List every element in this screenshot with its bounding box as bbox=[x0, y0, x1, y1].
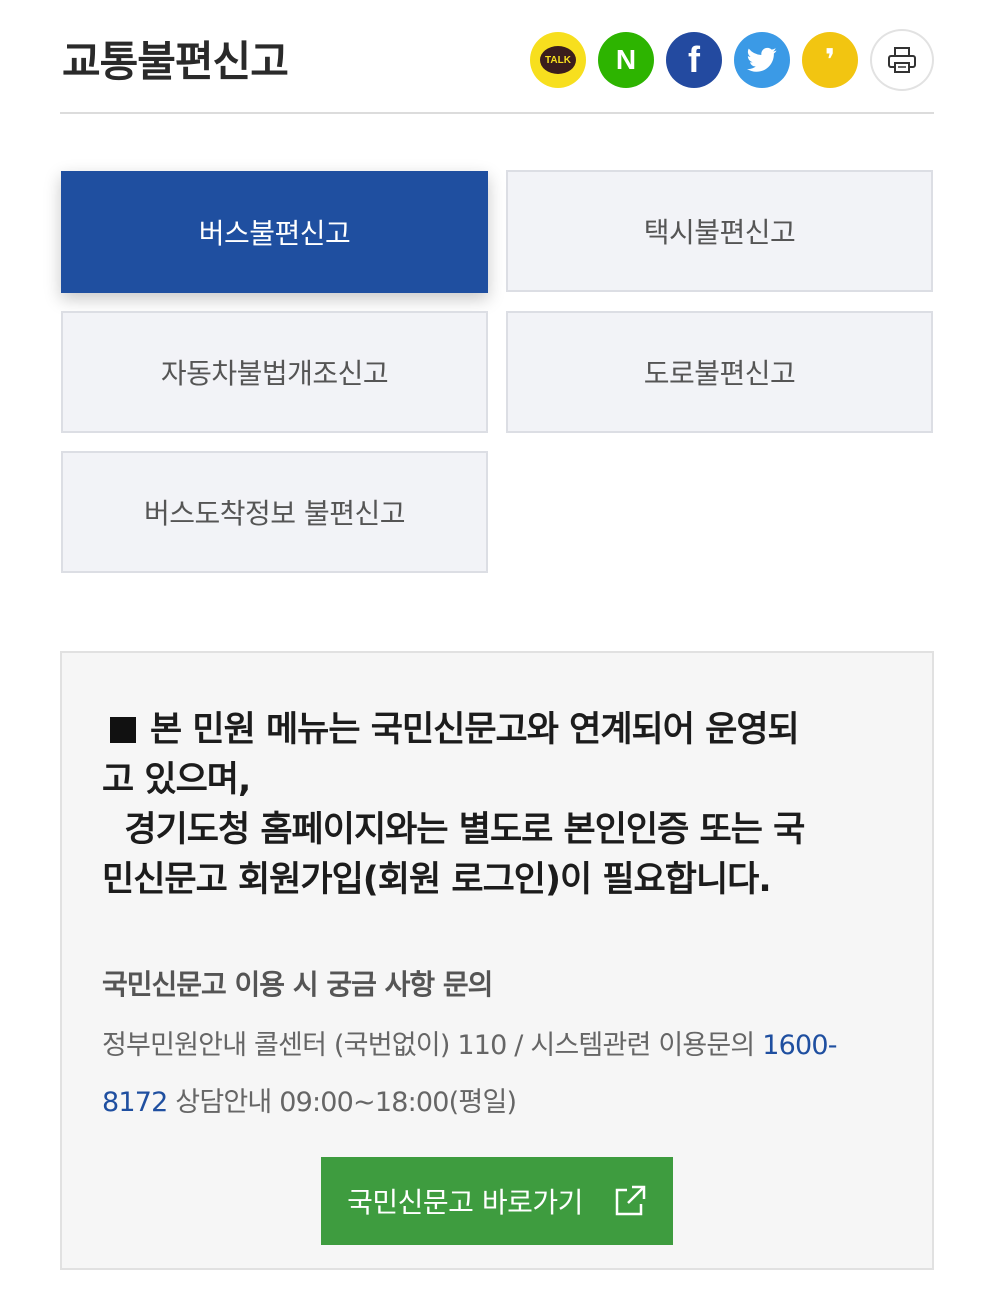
kakaotalk-icon: TALK bbox=[540, 46, 576, 74]
go-button-label: 국민신문고 바로가기 bbox=[347, 1186, 583, 1219]
phone-number: 1600- bbox=[762, 1030, 837, 1061]
tab-bus-arrival-info-complaint[interactable]: 버스도착정보 불편신고 bbox=[61, 451, 488, 573]
twitter-icon bbox=[747, 47, 777, 72]
notice-message: 본 민원 메뉴는 국민신문고와 연계되어 운영되 고 있으며, 경기도청 홈페이… bbox=[102, 705, 892, 905]
kakaotalk-share-button[interactable]: TALK bbox=[530, 32, 586, 88]
kakaostory-icon: ❜ bbox=[824, 42, 836, 78]
print-button[interactable] bbox=[870, 29, 934, 91]
kakaostory-share-button[interactable]: ❜ bbox=[802, 32, 858, 88]
go-to-sinmungo-button[interactable]: 국민신문고 바로가기 bbox=[321, 1157, 673, 1245]
external-link-icon bbox=[615, 1185, 646, 1216]
naver-share-button[interactable]: N bbox=[598, 32, 654, 88]
facebook-icon: f bbox=[688, 39, 700, 80]
contact-info: 정부민원안내 콜센터 (국번없이) 110 / 시스템관련 이용문의 1600-… bbox=[102, 1030, 838, 1118]
notice-line: 본 민원 메뉴는 국민신문고와 연계되어 운영되 bbox=[102, 705, 892, 755]
naver-icon: N bbox=[615, 44, 637, 75]
notice-line: 경기도청 홈페이지와는 별도로 본인인증 또는 국 bbox=[102, 810, 805, 850]
page-title: 교통불편신고 bbox=[62, 37, 289, 86]
square-bullet-icon bbox=[110, 717, 136, 743]
printer-icon bbox=[888, 47, 916, 73]
notice-line: 고 있으며, bbox=[102, 760, 251, 800]
share-bar: TALK N f ❜ bbox=[530, 29, 934, 91]
page-header: 교통불편신고 TALK N f ❜ bbox=[60, 0, 934, 114]
tab-road-complaint[interactable]: 도로불편신고 bbox=[506, 311, 933, 433]
tab-bus-complaint[interactable]: 버스불편신고 bbox=[61, 171, 488, 293]
contact-title: 국민신문고 이용 시 궁금 사항 문의 bbox=[102, 968, 493, 1001]
facebook-share-button[interactable]: f bbox=[666, 32, 722, 88]
notice-line: 민신문고 회원가입(회원 로그인)이 필요합니다. bbox=[102, 860, 772, 900]
notice-box: 본 민원 메뉴는 국민신문고와 연계되어 운영되 고 있으며, 경기도청 홈페이… bbox=[60, 651, 934, 1270]
tab-taxi-complaint[interactable]: 택시불편신고 bbox=[506, 170, 933, 292]
tab-illegal-car-modification[interactable]: 자동차불법개조신고 bbox=[61, 311, 488, 433]
phone-number: 8172 bbox=[102, 1087, 168, 1118]
twitter-share-button[interactable] bbox=[734, 32, 790, 88]
